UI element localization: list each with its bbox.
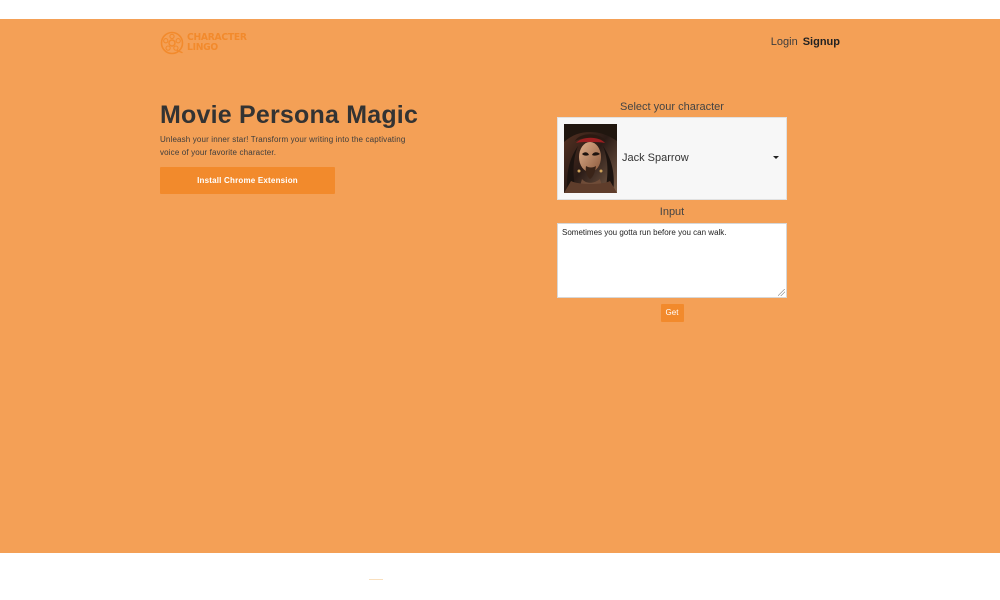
input-label: Input xyxy=(659,206,685,218)
character-select-dropdown[interactable]: Jack Sparrow xyxy=(557,117,787,200)
select-character-label: Select your character xyxy=(620,101,724,113)
page: CHARACTER LINGO Login Signup Movie Perso… xyxy=(0,0,1000,600)
get-button[interactable]: Get xyxy=(660,304,684,322)
login-link[interactable]: Login xyxy=(771,36,798,48)
input-textarea[interactable]: Sometimes you gotta run before you can w… xyxy=(557,223,787,298)
footer-divider-mark xyxy=(369,579,383,580)
top-header: CHARACTER LINGO Login Signup xyxy=(160,29,840,57)
persona-converter-panel: Select your character Jack Sparrow Input… xyxy=(557,99,787,322)
brand-wordmark: CHARACTER LINGO xyxy=(187,33,247,53)
jack-sparrow-avatar xyxy=(564,124,617,193)
account-nav: Login Signup xyxy=(771,36,840,48)
input-field-container: Sometimes you gotta run before you can w… xyxy=(557,223,787,298)
intro-panel: Movie Persona Magic Unleash your inner s… xyxy=(160,99,490,194)
film-reel-logo-icon xyxy=(160,31,184,55)
brand-line-2: LINGO xyxy=(187,42,218,53)
install-chrome-extension-button[interactable]: Install Chrome Extension xyxy=(160,167,335,194)
hero-description: Unleash your inner star! Transform your … xyxy=(160,135,406,157)
caret-down-icon xyxy=(773,156,779,159)
brand-logo[interactable]: CHARACTER LINGO xyxy=(160,29,280,57)
textarea-resize-handle[interactable] xyxy=(778,289,785,296)
page-title: Movie Persona Magic xyxy=(160,101,419,129)
signup-link[interactable]: Signup xyxy=(803,36,840,48)
selected-character-name: Jack Sparrow xyxy=(622,152,689,164)
hero-section: CHARACTER LINGO Login Signup Movie Perso… xyxy=(0,19,1000,553)
